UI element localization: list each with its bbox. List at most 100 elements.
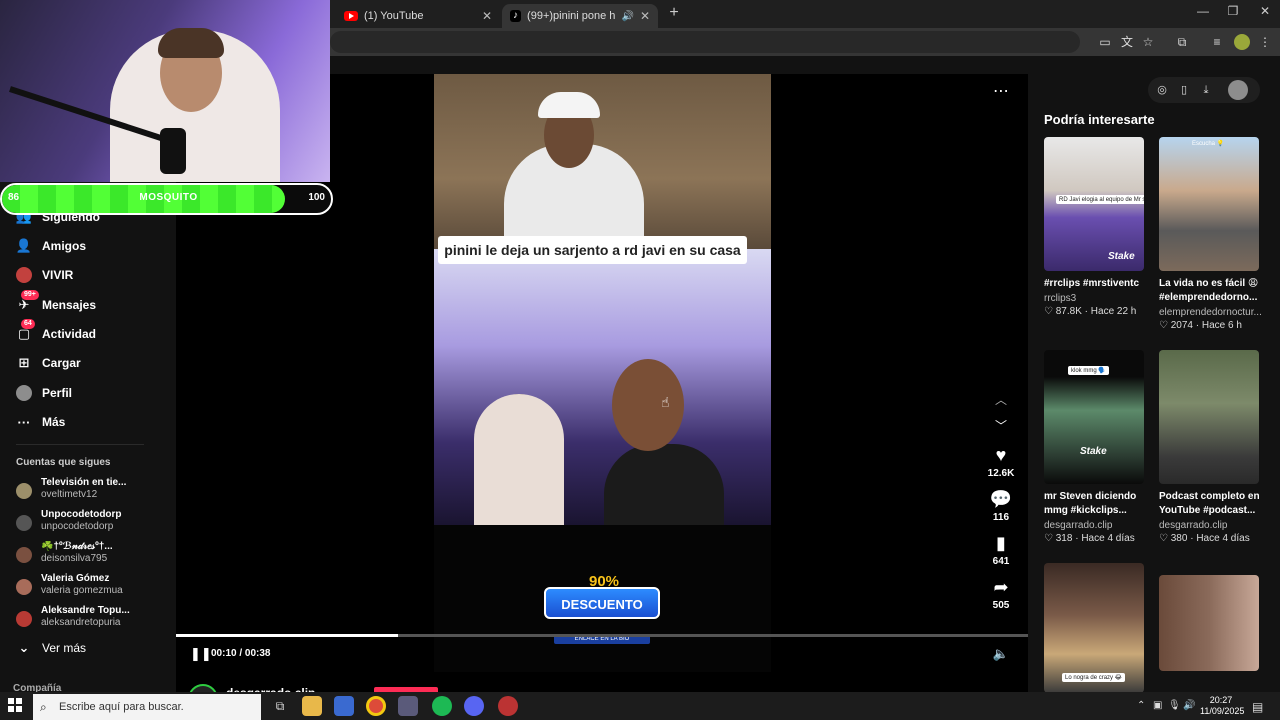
video-frame-top: [434, 74, 771, 264]
recommended-video-card[interactable]: Lo nogra de crazy 😂: [1044, 563, 1146, 693]
video-person: [604, 444, 724, 534]
speaker-icon[interactable]: 🔊: [1183, 700, 1195, 711]
menu-kebab-icon[interactable]: ⋮: [1256, 33, 1274, 51]
video-person-head: [612, 359, 684, 451]
recommended-video-card[interactable]: [1159, 575, 1261, 671]
chrome-icon[interactable]: [366, 696, 386, 716]
task-view-icon[interactable]: ⧉: [270, 696, 290, 716]
followed-account[interactable]: Valeria Gómez valeria gomezmua: [16, 573, 166, 603]
microphone: [160, 128, 186, 174]
media-control-icon[interactable]: ≡: [1208, 33, 1226, 51]
see-more-button[interactable]: ⌄ Ver más: [16, 638, 86, 658]
promo-percent: 90%: [588, 573, 620, 590]
compass-icon[interactable]: ◎: [1154, 82, 1170, 98]
bookmark-icon: ▮: [996, 533, 1006, 553]
sidebar-item-label: VIVIR: [42, 268, 74, 282]
video-person: [474, 394, 564, 529]
video-player[interactable]: pinini le deja un sarjento a rd javi en …: [434, 74, 771, 672]
microphone-icon[interactable]: 🎙: [1168, 700, 1181, 711]
followed-account[interactable]: Aleksandre Topu... aleksandretopuria: [16, 605, 166, 635]
recommended-video-card[interactable]: RD Javi elogia al equipo de Mr stiven 👏 …: [1044, 137, 1146, 317]
video-timecode: 00:10 / 00:38: [211, 648, 271, 659]
tab-title: (99+)pinini pone huevo en: [527, 10, 616, 22]
profile-avatar[interactable]: [1234, 34, 1250, 50]
sidebar-item-friends[interactable]: 👤 Amigos: [16, 236, 86, 256]
followed-account[interactable]: ☘️†ºℬ𝓃𝒹𝓇𝑒𝓈º†... deisonsilva795: [16, 541, 166, 571]
file-explorer-icon[interactable]: [302, 696, 322, 716]
previous-video-icon[interactable]: ︿: [992, 391, 1010, 409]
audio-icon[interactable]: 🔊: [621, 11, 633, 22]
comment-button[interactable]: 💬 116: [984, 488, 1018, 523]
tab-tiktok[interactable]: ♪ (99+)pinini pone huevo en 🔊 ✕: [502, 4, 658, 28]
avatar: [16, 515, 32, 531]
close-window-icon[interactable]: ✕: [1250, 4, 1280, 24]
account-handle: valeria gomezmua: [41, 585, 123, 596]
next-video-icon[interactable]: ﹀: [992, 417, 1010, 435]
clock-date[interactable]: 11/09/2025: [1200, 706, 1244, 716]
avatar: [16, 611, 32, 627]
notifications-icon[interactable]: ▤: [1252, 700, 1263, 714]
profile-icon: [16, 385, 32, 401]
new-tab-button[interactable]: +: [664, 4, 684, 24]
tab-youtube[interactable]: (1) YouTube ✕: [336, 4, 500, 28]
tray-chevron-icon[interactable]: ⌃: [1137, 700, 1145, 711]
divider: [16, 444, 144, 445]
share-button[interactable]: ➦ 505: [984, 576, 1018, 611]
obs-icon[interactable]: [498, 696, 518, 716]
bookmark-star-icon[interactable]: ☆: [1139, 33, 1157, 51]
download-icon[interactable]: ⤓: [1198, 82, 1214, 98]
volume-icon[interactable]: 🔈: [992, 646, 1010, 662]
recommended-video-card[interactable]: Podcast completo en YouTube #podcast... …: [1159, 350, 1261, 544]
discord-icon[interactable]: [464, 696, 484, 716]
followed-account[interactable]: Unpocodetodorp unpocodetodorp: [16, 509, 166, 539]
avatar: [16, 483, 32, 499]
save-button[interactable]: ▮ 641: [984, 532, 1018, 567]
clock-time[interactable]: 20:27: [1200, 695, 1242, 705]
tray-app-icon[interactable]: ▣: [1153, 700, 1162, 711]
phone-icon[interactable]: ▯: [1176, 82, 1192, 98]
spotify-icon[interactable]: [432, 696, 452, 716]
stake-logo: Stake: [1080, 446, 1107, 457]
card-title: #rrclips #mrstiventc: [1044, 278, 1140, 289]
like-button[interactable]: ♥ 12.6K: [984, 444, 1018, 479]
close-tab-icon[interactable]: ✕: [482, 9, 492, 23]
health-bar: 86 MOSQUITO 100: [0, 183, 333, 215]
save-count: 641: [992, 556, 1010, 567]
recommended-video-card[interactable]: klok mmg 🗣️ Stake mr Steven diciendo mmg…: [1044, 350, 1146, 544]
followed-account[interactable]: Televisión en tie... oveltimetv12: [16, 477, 166, 507]
sidebar-item-upload[interactable]: ⊞ Cargar: [16, 353, 81, 373]
video-thumbnail: klok mmg 🗣️ Stake: [1044, 350, 1144, 484]
restore-icon[interactable]: ❐: [1218, 4, 1248, 24]
pause-icon[interactable]: ❚❚: [190, 647, 212, 661]
video-progress-fill: [176, 634, 398, 637]
tab-title: (1) YouTube: [364, 10, 424, 22]
card-author: desgarrado.clip: [1159, 520, 1228, 531]
recommended-video-card[interactable]: Escucha 💡 La vida no es fácil 😩 #elempre…: [1159, 137, 1261, 331]
address-bar[interactable]: [330, 31, 1080, 53]
card-likes: 2074: [1170, 320, 1193, 331]
sidebar-item-live[interactable]: VIVIR: [16, 265, 73, 285]
thumbnail-caption: RD Javi elogia al equipo de Mr stiven 👏: [1056, 195, 1144, 204]
sidebar-item-activity[interactable]: ▢ 64 Actividad: [16, 319, 96, 344]
cast-icon[interactable]: ▭: [1096, 33, 1114, 51]
sidebar-item-messages[interactable]: ✈ 99+ Mensajes: [16, 290, 96, 315]
sidebar-item-label: Cargar: [42, 356, 81, 370]
extensions-icon[interactable]: ⧉: [1173, 33, 1191, 51]
account-name: Valeria Gómez: [41, 573, 110, 584]
windows-start-icon[interactable]: [8, 698, 22, 712]
heart-icon: ♡: [1159, 320, 1171, 331]
translate-icon[interactable]: 文: [1118, 33, 1136, 51]
video-progress-bar[interactable]: [176, 634, 1028, 637]
close-tab-icon[interactable]: ✕: [640, 9, 650, 23]
share-count: 505: [992, 600, 1010, 611]
store-icon[interactable]: [334, 696, 354, 716]
following-accounts-title: Cuentas que sigues: [16, 457, 111, 468]
sidebar-item-more[interactable]: ··· Más: [16, 412, 66, 432]
user-avatar[interactable]: [1228, 80, 1248, 100]
app-icon[interactable]: [398, 696, 418, 716]
minimize-icon[interactable]: —: [1188, 4, 1218, 24]
card-title: La vida no es fácil 😩 #elemprendedorno..…: [1159, 278, 1259, 303]
sidebar-item-profile[interactable]: Perfil: [16, 383, 72, 403]
more-options-icon[interactable]: ⋯: [992, 83, 1010, 101]
heart-icon: ♡: [1159, 533, 1171, 544]
